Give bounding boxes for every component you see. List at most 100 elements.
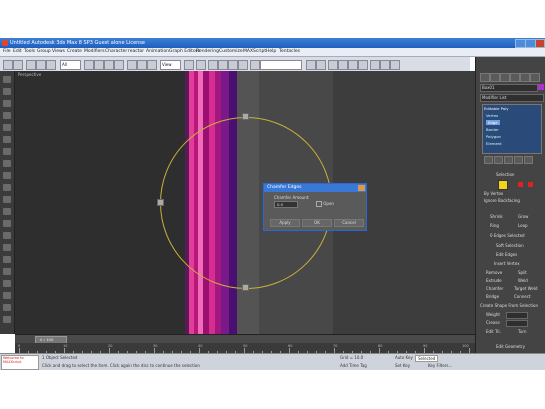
gizmo-handle[interactable] bbox=[242, 113, 249, 120]
edge-subobject-icon[interactable] bbox=[498, 180, 508, 190]
spinner-snap-icon[interactable] bbox=[238, 60, 248, 70]
tool-icon[interactable] bbox=[3, 76, 11, 83]
crease-spinner[interactable] bbox=[506, 320, 528, 327]
select-manipulate-icon[interactable] bbox=[196, 60, 206, 70]
gizmo-handle[interactable] bbox=[157, 199, 164, 206]
menu-reactor[interactable]: reactor bbox=[128, 49, 144, 54]
menu-views[interactable]: Views bbox=[52, 49, 65, 54]
selection-filter-dropdown[interactable]: All bbox=[60, 60, 81, 70]
tool-icon[interactable] bbox=[3, 160, 11, 167]
chamfer-button[interactable]: Chamfer bbox=[486, 286, 503, 291]
select-by-name-icon[interactable] bbox=[94, 60, 104, 70]
move-icon[interactable] bbox=[127, 60, 137, 70]
open-checkbox[interactable]: Open bbox=[316, 201, 334, 207]
weld-button[interactable]: Weld bbox=[518, 278, 528, 283]
tool-icon[interactable] bbox=[3, 292, 11, 299]
tool-icon[interactable] bbox=[3, 196, 11, 203]
grow-button[interactable]: Grow bbox=[518, 214, 528, 219]
selected-dropdown[interactable]: Selected bbox=[415, 355, 439, 362]
configure-modifier-sets-icon[interactable] bbox=[524, 156, 533, 164]
gizmo-handle[interactable] bbox=[242, 284, 249, 291]
stack-item[interactable]: Polygon bbox=[486, 134, 501, 139]
tool-icon[interactable] bbox=[3, 148, 11, 155]
tool-icon[interactable] bbox=[3, 268, 11, 275]
soft-selection-rollout[interactable]: Soft Selection bbox=[496, 243, 524, 248]
schematic-view-icon[interactable] bbox=[348, 60, 358, 70]
menu-file[interactable]: File bbox=[3, 49, 11, 54]
menu-edit[interactable]: Edit bbox=[13, 49, 22, 54]
named-selection-icon[interactable] bbox=[250, 60, 260, 70]
polygon-subobject-icon[interactable] bbox=[518, 182, 523, 187]
layer-manager-icon[interactable] bbox=[328, 60, 338, 70]
auto-key-button[interactable]: Auto Key bbox=[395, 355, 413, 360]
edit-edges-rollout[interactable]: Edit Edges bbox=[496, 252, 517, 257]
display-tab-icon[interactable] bbox=[520, 73, 530, 82]
menu-help[interactable]: Help bbox=[266, 49, 276, 54]
stack-item[interactable]: Vertex bbox=[486, 113, 498, 118]
create-shape-button[interactable]: Create Shape From Selection bbox=[480, 303, 538, 308]
show-end-result-icon[interactable] bbox=[494, 156, 503, 164]
tool-icon[interactable] bbox=[3, 280, 11, 287]
viewport-label[interactable]: Perspective bbox=[18, 72, 41, 77]
menu-tools[interactable]: Tools bbox=[24, 49, 35, 54]
bind-space-warp-icon[interactable] bbox=[46, 60, 56, 70]
ok-button[interactable]: OK bbox=[302, 219, 332, 227]
menu-animation[interactable]: Animation bbox=[146, 49, 169, 54]
bridge-button[interactable]: Bridge bbox=[486, 294, 499, 299]
cancel-button[interactable]: Cancel bbox=[334, 219, 364, 227]
mirror-icon[interactable] bbox=[306, 60, 316, 70]
angle-snap-icon[interactable] bbox=[218, 60, 228, 70]
element-subobject-icon[interactable] bbox=[528, 182, 533, 187]
rectangular-selection-icon[interactable] bbox=[104, 60, 114, 70]
tool-icon[interactable] bbox=[3, 316, 11, 323]
split-button[interactable]: Split bbox=[518, 270, 527, 275]
pin-stack-icon[interactable] bbox=[484, 156, 493, 164]
reference-coordinate-dropdown[interactable]: View bbox=[160, 60, 181, 70]
redo-icon[interactable] bbox=[13, 60, 23, 70]
insert-vertex-button[interactable]: Insert Vertex bbox=[494, 261, 520, 266]
stack-item[interactable]: Element bbox=[486, 141, 502, 146]
maxscript-listener[interactable]: Welcome to MAXScript. bbox=[1, 355, 39, 370]
ignore-backfacing-checkbox[interactable]: Ignore Backfacing bbox=[484, 198, 520, 203]
pivot-center-icon[interactable] bbox=[184, 60, 194, 70]
select-link-icon[interactable] bbox=[26, 60, 36, 70]
tool-icon[interactable] bbox=[3, 256, 11, 263]
curve-editor-icon[interactable] bbox=[338, 60, 348, 70]
hierarchy-tab-icon[interactable] bbox=[500, 73, 510, 82]
remove-button[interactable]: Remove bbox=[486, 270, 502, 275]
material-editor-icon[interactable] bbox=[358, 60, 368, 70]
undo-icon[interactable] bbox=[3, 60, 13, 70]
tool-icon[interactable] bbox=[3, 208, 11, 215]
tool-icon[interactable] bbox=[3, 172, 11, 179]
menu-modifiers[interactable]: Modifiers bbox=[84, 49, 105, 54]
stack-item[interactable]: Editable Poly bbox=[484, 106, 508, 111]
selection-rollout-title[interactable]: Selection bbox=[496, 172, 514, 177]
menu-group[interactable]: Group bbox=[37, 49, 51, 54]
edit-geometry-rollout[interactable]: Edit Geometry bbox=[496, 344, 525, 349]
motion-tab-icon[interactable] bbox=[510, 73, 520, 82]
rotate-icon[interactable] bbox=[137, 60, 147, 70]
align-icon[interactable] bbox=[316, 60, 326, 70]
connect-button[interactable]: Connect bbox=[514, 294, 531, 299]
apply-button[interactable]: Apply bbox=[270, 219, 300, 227]
tool-icon[interactable] bbox=[3, 244, 11, 251]
menu-customize[interactable]: Customize bbox=[219, 49, 243, 54]
tool-icon[interactable] bbox=[3, 136, 11, 143]
menu-character[interactable]: Character bbox=[105, 49, 127, 54]
render-setup-icon[interactable] bbox=[370, 60, 380, 70]
set-key-button[interactable]: Set Key bbox=[395, 363, 410, 368]
extrude-button[interactable]: Extrude bbox=[486, 278, 502, 283]
chamfer-amount-spinner[interactable]: 0.0 bbox=[274, 201, 298, 208]
utilities-tab-icon[interactable] bbox=[530, 73, 540, 82]
snaps-toggle-icon[interactable] bbox=[208, 60, 218, 70]
weight-spinner[interactable] bbox=[506, 312, 528, 319]
scale-icon[interactable] bbox=[147, 60, 157, 70]
checkbox-box[interactable] bbox=[316, 201, 322, 207]
tool-icon[interactable] bbox=[3, 304, 11, 311]
track-bar[interactable]: 0 10 20 30 40 50 60 70 80 90 100 bbox=[15, 343, 475, 353]
stack-item[interactable]: Border bbox=[486, 127, 499, 132]
make-unique-icon[interactable] bbox=[504, 156, 513, 164]
tool-icon[interactable] bbox=[3, 220, 11, 227]
menu-create[interactable]: Create bbox=[67, 49, 82, 54]
dialog-close-icon[interactable] bbox=[358, 185, 365, 191]
